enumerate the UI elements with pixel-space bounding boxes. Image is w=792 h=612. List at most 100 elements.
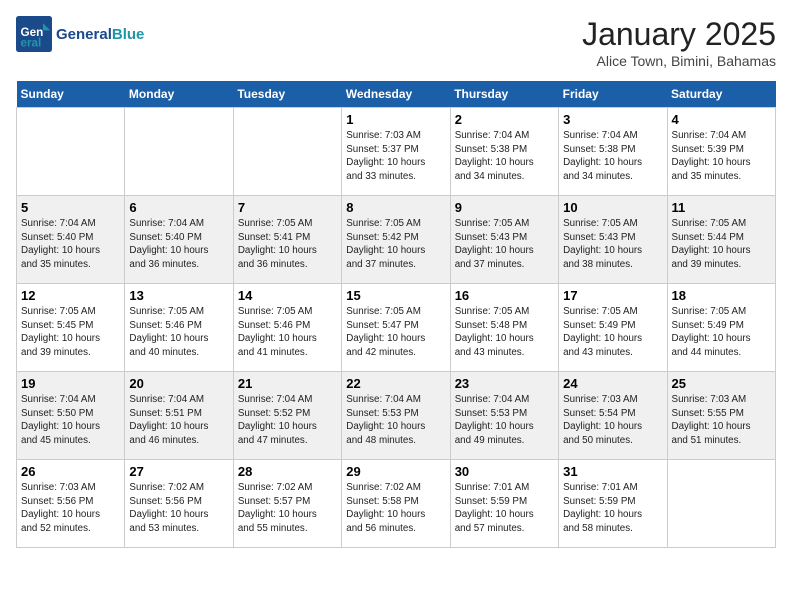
day-info: Sunrise: 7:02 AM Sunset: 5:58 PM Dayligh…	[346, 481, 445, 536]
day-number: 28	[238, 464, 337, 479]
logo-name: GeneralBlue	[56, 26, 144, 43]
calendar-cell: 22 Sunrise: 7:04 AM Sunset: 5:53 PM Dayli…	[342, 372, 450, 460]
day-number: 9	[455, 200, 554, 215]
day-info: Sunrise: 7:04 AM Sunset: 5:50 PM Dayligh…	[21, 393, 120, 448]
day-number: 10	[563, 200, 662, 215]
day-number: 12	[21, 288, 120, 303]
calendar-cell: 28 Sunrise: 7:02 AM Sunset: 5:57 PM Dayli…	[233, 460, 341, 548]
day-number: 26	[21, 464, 120, 479]
day-info: Sunrise: 7:04 AM Sunset: 5:40 PM Dayligh…	[21, 217, 120, 272]
calendar-cell: 5 Sunrise: 7:04 AM Sunset: 5:40 PM Daylig…	[17, 196, 125, 284]
calendar-cell: 18 Sunrise: 7:05 AM Sunset: 5:49 PM Dayli…	[667, 284, 775, 372]
calendar-cell: 4 Sunrise: 7:04 AM Sunset: 5:39 PM Daylig…	[667, 108, 775, 196]
day-number: 6	[129, 200, 228, 215]
calendar-week-row: 19 Sunrise: 7:04 AM Sunset: 5:50 PM Dayli…	[17, 372, 776, 460]
day-number: 19	[21, 376, 120, 391]
calendar-cell: 16 Sunrise: 7:05 AM Sunset: 5:48 PM Dayli…	[450, 284, 558, 372]
day-info: Sunrise: 7:02 AM Sunset: 5:56 PM Dayligh…	[129, 481, 228, 536]
day-info: Sunrise: 7:04 AM Sunset: 5:53 PM Dayligh…	[455, 393, 554, 448]
calendar-cell: 7Sunrise: 7:05 AM Sunset: 5:41 PM Daylig…	[233, 196, 341, 284]
calendar-cell: 1Sunrise: 7:03 AM Sunset: 5:37 PM Daylig…	[342, 108, 450, 196]
calendar-cell: 17 Sunrise: 7:05 AM Sunset: 5:49 PM Dayli…	[559, 284, 667, 372]
calendar-cell	[125, 108, 233, 196]
col-header-saturday: Saturday	[667, 81, 775, 108]
col-header-monday: Monday	[125, 81, 233, 108]
day-number: 17	[563, 288, 662, 303]
calendar-header-row: SundayMondayTuesdayWednesdayThursdayFrid…	[17, 81, 776, 108]
calendar-week-row: 26 Sunrise: 7:03 AM Sunset: 5:56 PM Dayli…	[17, 460, 776, 548]
day-info: Sunrise: 7:05 AM Sunset: 5:43 PM Dayligh…	[455, 217, 554, 272]
logo-icon: Gen eral	[16, 16, 52, 52]
day-info: Sunrise: 7:04 AM Sunset: 5:39 PM Dayligh…	[672, 129, 771, 184]
calendar-cell: 23Sunrise: 7:04 AM Sunset: 5:53 PM Dayli…	[450, 372, 558, 460]
calendar-cell: 10 Sunrise: 7:05 AM Sunset: 5:43 PM Dayli…	[559, 196, 667, 284]
day-number: 27	[129, 464, 228, 479]
calendar-cell: 27 Sunrise: 7:02 AM Sunset: 5:56 PM Dayli…	[125, 460, 233, 548]
calendar-cell: 31Sunrise: 7:01 AM Sunset: 5:59 PM Dayli…	[559, 460, 667, 548]
calendar-week-row: 5 Sunrise: 7:04 AM Sunset: 5:40 PM Daylig…	[17, 196, 776, 284]
col-header-sunday: Sunday	[17, 81, 125, 108]
calendar-week-row: 1Sunrise: 7:03 AM Sunset: 5:37 PM Daylig…	[17, 108, 776, 196]
calendar-body: 1Sunrise: 7:03 AM Sunset: 5:37 PM Daylig…	[17, 108, 776, 548]
day-number: 22	[346, 376, 445, 391]
day-number: 20	[129, 376, 228, 391]
calendar-cell: 14Sunrise: 7:05 AM Sunset: 5:46 PM Dayli…	[233, 284, 341, 372]
calendar-table: SundayMondayTuesdayWednesdayThursdayFrid…	[16, 81, 776, 548]
day-info: Sunrise: 7:04 AM Sunset: 5:51 PM Dayligh…	[129, 393, 228, 448]
day-number: 4	[672, 112, 771, 127]
day-info: Sunrise: 7:03 AM Sunset: 5:56 PM Dayligh…	[21, 481, 120, 536]
day-info: Sunrise: 7:05 AM Sunset: 5:47 PM Dayligh…	[346, 305, 445, 360]
day-info: Sunrise: 7:01 AM Sunset: 5:59 PM Dayligh…	[455, 481, 554, 536]
logo: Gen eral GeneralBlue	[16, 16, 144, 52]
day-info: Sunrise: 7:05 AM Sunset: 5:48 PM Dayligh…	[455, 305, 554, 360]
day-number: 24	[563, 376, 662, 391]
calendar-cell: 12 Sunrise: 7:05 AM Sunset: 5:45 PM Dayli…	[17, 284, 125, 372]
calendar-cell: 6 Sunrise: 7:04 AM Sunset: 5:40 PM Daylig…	[125, 196, 233, 284]
calendar-cell: 15 Sunrise: 7:05 AM Sunset: 5:47 PM Dayli…	[342, 284, 450, 372]
day-info: Sunrise: 7:03 AM Sunset: 5:55 PM Dayligh…	[672, 393, 771, 448]
day-number: 25	[672, 376, 771, 391]
page-header: Gen eral GeneralBlue January 2025 Alice …	[16, 16, 776, 69]
day-number: 5	[21, 200, 120, 215]
day-number: 16	[455, 288, 554, 303]
calendar-cell: 25 Sunrise: 7:03 AM Sunset: 5:55 PM Dayli…	[667, 372, 775, 460]
calendar-cell: 13Sunrise: 7:05 AM Sunset: 5:46 PM Dayli…	[125, 284, 233, 372]
day-number: 3	[563, 112, 662, 127]
day-number: 18	[672, 288, 771, 303]
calendar-cell: 30Sunrise: 7:01 AM Sunset: 5:59 PM Dayli…	[450, 460, 558, 548]
day-info: Sunrise: 7:05 AM Sunset: 5:49 PM Dayligh…	[563, 305, 662, 360]
calendar-cell: 26 Sunrise: 7:03 AM Sunset: 5:56 PM Dayli…	[17, 460, 125, 548]
day-number: 21	[238, 376, 337, 391]
day-number: 11	[672, 200, 771, 215]
day-info: Sunrise: 7:05 AM Sunset: 5:43 PM Dayligh…	[563, 217, 662, 272]
day-info: Sunrise: 7:05 AM Sunset: 5:42 PM Dayligh…	[346, 217, 445, 272]
day-number: 14	[238, 288, 337, 303]
day-number: 15	[346, 288, 445, 303]
calendar-cell: 21 Sunrise: 7:04 AM Sunset: 5:52 PM Dayli…	[233, 372, 341, 460]
title-block: January 2025 Alice Town, Bimini, Bahamas	[582, 16, 776, 69]
day-number: 2	[455, 112, 554, 127]
calendar-cell: 29Sunrise: 7:02 AM Sunset: 5:58 PM Dayli…	[342, 460, 450, 548]
col-header-thursday: Thursday	[450, 81, 558, 108]
calendar-cell: 20 Sunrise: 7:04 AM Sunset: 5:51 PM Dayli…	[125, 372, 233, 460]
location-subtitle: Alice Town, Bimini, Bahamas	[582, 53, 776, 69]
calendar-cell: 11 Sunrise: 7:05 AM Sunset: 5:44 PM Dayli…	[667, 196, 775, 284]
day-number: 31	[563, 464, 662, 479]
calendar-cell	[17, 108, 125, 196]
day-info: Sunrise: 7:04 AM Sunset: 5:52 PM Dayligh…	[238, 393, 337, 448]
day-info: Sunrise: 7:05 AM Sunset: 5:49 PM Dayligh…	[672, 305, 771, 360]
calendar-cell	[667, 460, 775, 548]
day-info: Sunrise: 7:02 AM Sunset: 5:57 PM Dayligh…	[238, 481, 337, 536]
calendar-cell	[233, 108, 341, 196]
month-title: January 2025	[582, 16, 776, 53]
calendar-cell: 8Sunrise: 7:05 AM Sunset: 5:42 PM Daylig…	[342, 196, 450, 284]
day-info: Sunrise: 7:05 AM Sunset: 5:46 PM Dayligh…	[129, 305, 228, 360]
day-number: 1	[346, 112, 445, 127]
col-header-friday: Friday	[559, 81, 667, 108]
day-info: Sunrise: 7:05 AM Sunset: 5:45 PM Dayligh…	[21, 305, 120, 360]
day-number: 7	[238, 200, 337, 215]
day-info: Sunrise: 7:04 AM Sunset: 5:40 PM Dayligh…	[129, 217, 228, 272]
col-header-tuesday: Tuesday	[233, 81, 341, 108]
day-info: Sunrise: 7:05 AM Sunset: 5:44 PM Dayligh…	[672, 217, 771, 272]
day-info: Sunrise: 7:04 AM Sunset: 5:53 PM Dayligh…	[346, 393, 445, 448]
